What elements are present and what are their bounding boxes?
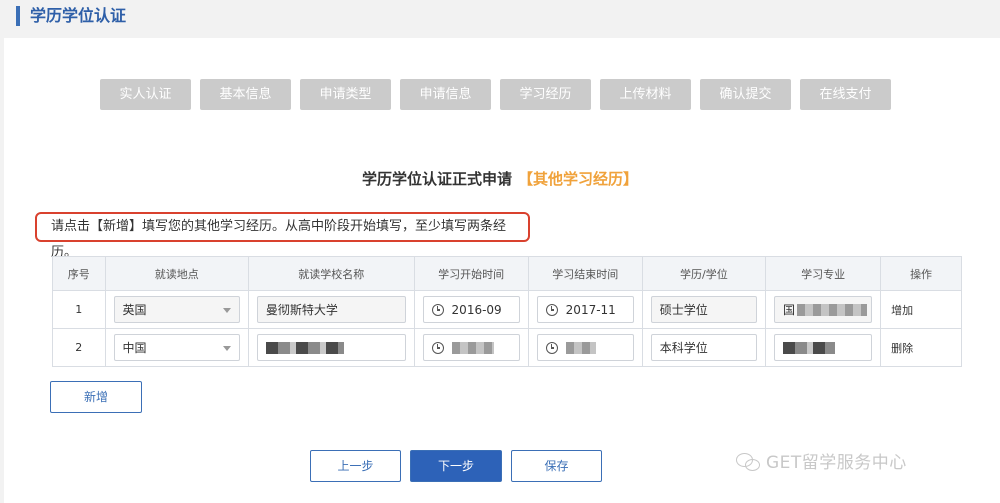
location-value: 中国 xyxy=(122,341,147,355)
col-header-location: 就读地点 xyxy=(104,256,249,291)
major-cell xyxy=(765,328,882,367)
end-date-picker[interactable]: 2017-11 xyxy=(536,296,634,323)
page-header: 学历学位认证 xyxy=(0,0,1000,38)
chevron-down-icon xyxy=(222,308,231,313)
add-row-link[interactable]: 增加 xyxy=(881,304,913,317)
redacted-blur xyxy=(451,342,494,354)
redacted-blur xyxy=(783,342,836,354)
table-row: 2 中国 本科学位 删除 xyxy=(52,328,962,367)
step-nav: 实人认证 基本信息 申请类型 申请信息 学习经历 上传材料 确认提交 在线支付 xyxy=(100,79,891,110)
redacted-blur xyxy=(797,304,868,316)
start-cell xyxy=(413,328,529,367)
chevron-down-icon xyxy=(222,346,231,351)
major-value-prefix: 国 xyxy=(783,303,796,317)
prev-step-button[interactable]: 上一步 xyxy=(310,450,401,482)
study-history-table: 序号 就读地点 就读学校名称 学习开始时间 学习结束时间 学历/学位 学习专业 … xyxy=(52,256,962,367)
save-button[interactable]: 保存 xyxy=(511,450,602,482)
col-header-action: 操作 xyxy=(880,256,962,291)
wechat-icon xyxy=(736,453,760,471)
end-date-picker[interactable] xyxy=(536,334,634,361)
add-entry-button[interactable]: 新增 xyxy=(50,381,142,413)
degree-input[interactable]: 本科学位 xyxy=(650,334,758,361)
col-header-school: 就读学校名称 xyxy=(247,256,415,291)
location-value: 英国 xyxy=(122,303,147,317)
step-application-info[interactable]: 申请信息 xyxy=(400,79,491,110)
degree-cell: 本科学位 xyxy=(641,328,767,367)
header-accent-bar xyxy=(16,6,20,26)
location-select[interactable]: 中国 xyxy=(113,334,240,361)
step-basic-info[interactable]: 基本信息 xyxy=(200,79,291,110)
col-header-major: 学习专业 xyxy=(765,256,882,291)
step-confirm-submit[interactable]: 确认提交 xyxy=(700,79,791,110)
clock-icon xyxy=(431,342,444,354)
next-step-button[interactable]: 下一步 xyxy=(410,450,502,482)
degree-input[interactable]: 硕士学位 xyxy=(650,296,758,323)
step-application-type[interactable]: 申请类型 xyxy=(300,79,391,110)
end-date-value: 2017-11 xyxy=(565,303,616,317)
form-title-main: 学历学位认证正式申请 xyxy=(361,170,512,188)
end-cell xyxy=(527,328,643,367)
redacted-blur xyxy=(265,342,344,354)
clock-icon xyxy=(545,342,558,354)
clock-icon xyxy=(545,304,558,316)
major-input[interactable]: 国 xyxy=(774,296,873,323)
location-cell: 英国 xyxy=(104,290,249,329)
action-cell: 删除 xyxy=(880,328,962,367)
col-header-end: 学习结束时间 xyxy=(527,256,643,291)
form-title: 学历学位认证正式申请 【其他学习经历】 xyxy=(0,168,1000,189)
table-header-row: 序号 就读地点 就读学校名称 学习开始时间 学习结束时间 学历/学位 学习专业 … xyxy=(52,256,962,291)
step-real-name-auth[interactable]: 实人认证 xyxy=(100,79,191,110)
school-cell: 曼彻斯特大学 xyxy=(247,290,415,329)
redacted-blur xyxy=(565,342,596,354)
degree-cell: 硕士学位 xyxy=(641,290,767,329)
location-select[interactable]: 英国 xyxy=(113,296,240,323)
watermark: GET留学服务中心 xyxy=(736,448,907,473)
form-title-subtitle: 【其他学习经历】 xyxy=(518,170,639,188)
step-upload-materials[interactable]: 上传材料 xyxy=(600,79,691,110)
start-date-value: 2016-09 xyxy=(451,303,502,317)
col-header-start: 学习开始时间 xyxy=(413,256,529,291)
watermark-text: GET留学服务中心 xyxy=(766,453,907,473)
major-cell: 国 xyxy=(765,290,882,329)
step-study-history[interactable]: 学习经历 xyxy=(500,79,591,110)
action-cell: 增加 xyxy=(880,290,962,329)
location-cell: 中国 xyxy=(104,328,249,367)
end-cell: 2017-11 xyxy=(527,290,643,329)
start-date-picker[interactable]: 2016-09 xyxy=(422,296,520,323)
col-header-index: 序号 xyxy=(52,256,106,291)
start-date-picker[interactable] xyxy=(422,334,520,361)
notice-box: 请点击【新增】填写您的其他学习经历。从高中阶段开始填写，至少填写两条经历。 xyxy=(35,212,530,260)
delete-row-link[interactable]: 删除 xyxy=(881,342,913,355)
school-input[interactable]: 曼彻斯特大学 xyxy=(256,296,406,323)
school-cell xyxy=(247,328,415,367)
page-title: 学历学位认证 xyxy=(30,6,127,25)
clock-icon xyxy=(431,304,444,316)
row-index: 1 xyxy=(52,290,106,329)
school-input[interactable] xyxy=(256,334,406,361)
col-header-degree: 学历/学位 xyxy=(641,256,767,291)
major-input[interactable] xyxy=(774,334,873,361)
row-index: 2 xyxy=(52,328,106,367)
table-row: 1 英国 曼彻斯特大学 2016-09 2017-11 硕士学位 国 增加 xyxy=(52,290,962,329)
start-cell: 2016-09 xyxy=(413,290,529,329)
step-online-payment[interactable]: 在线支付 xyxy=(800,79,891,110)
